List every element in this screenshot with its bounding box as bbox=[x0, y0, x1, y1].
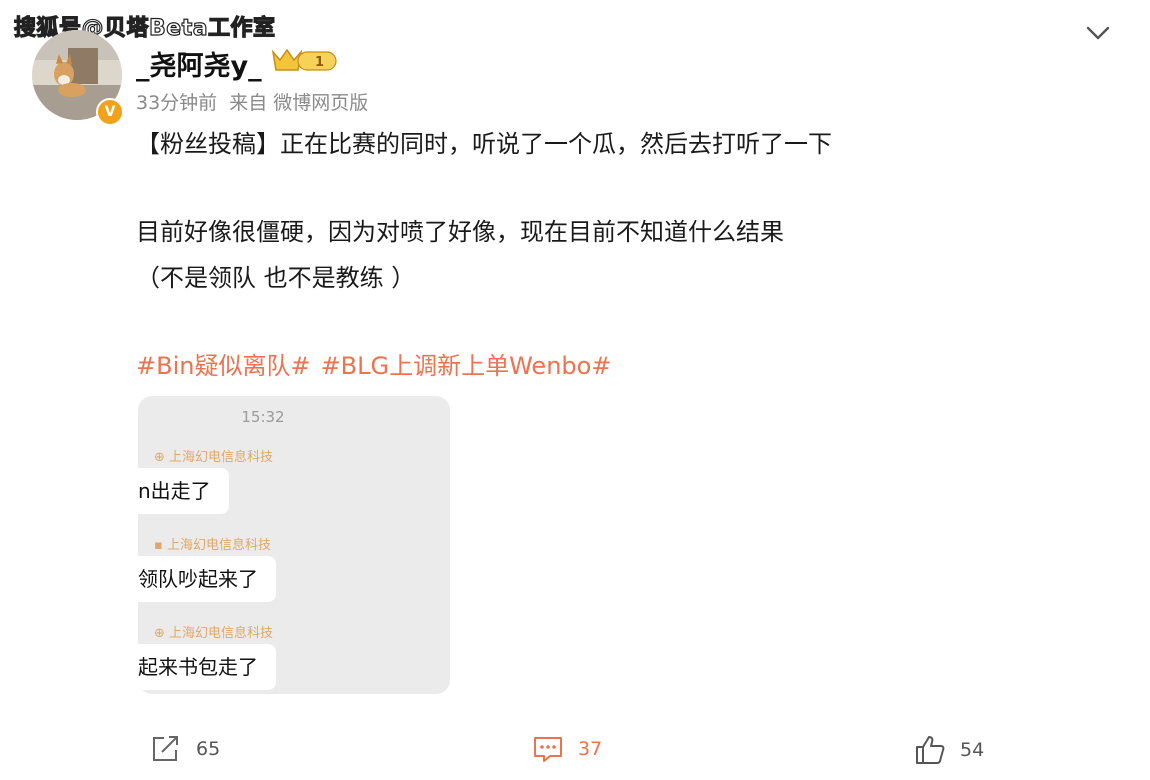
chat-message: 起来书包走了 bbox=[138, 644, 276, 690]
chat-sender: ⊕ 上海幻电信息科技 bbox=[154, 450, 274, 465]
post-meta: 33分钟前 来自 微博网页版 bbox=[136, 88, 380, 115]
like-count: 54 bbox=[960, 739, 985, 761]
source-prefix: 来自 bbox=[229, 92, 268, 114]
chat-sender: ▪ 上海幻电信息科技 bbox=[154, 538, 271, 553]
hashtag-row: #Bin疑似离队# #BLG上调新上单Wenbo# bbox=[136, 346, 621, 381]
like-button[interactable]: 54 bbox=[914, 734, 984, 766]
verified-badge-icon: V bbox=[96, 98, 124, 126]
username[interactable]: _尧阿尧y_ bbox=[136, 44, 262, 83]
comment-count: 37 bbox=[578, 738, 603, 760]
post-text-line3: （不是领队 也不是教练 ） bbox=[136, 264, 416, 292]
crown-level-icon[interactable]: 1 bbox=[270, 44, 340, 76]
chat-sender: ⊕ 上海幻电信息科技 bbox=[154, 626, 274, 641]
post-text-line2: 目前好像很僵硬，因为对喷了好像，现在目前不知道什么结果 bbox=[136, 218, 784, 246]
hashtag-blg[interactable]: #BLG上调新上单Wenbo# bbox=[321, 352, 612, 380]
chat-time: 15:32 bbox=[241, 408, 285, 426]
chat-screenshot-image[interactable]: 15:32 ⊕ 上海幻电信息科技 n出走了 ▪ 上海幻电信息科技 领队吵起来了 … bbox=[138, 396, 450, 694]
repost-button[interactable]: 65 bbox=[150, 734, 220, 764]
comment-button[interactable]: 37 bbox=[532, 734, 602, 764]
share-icon bbox=[153, 736, 178, 761]
post-text-line1: 【粉丝投稿】正在比赛的同时，听说了一个瓜，然后去打听了一下 bbox=[136, 130, 832, 158]
repost-count: 65 bbox=[196, 738, 221, 760]
comment-icon bbox=[534, 737, 562, 762]
badge-level: 1 bbox=[315, 55, 324, 70]
thumbs-up-icon bbox=[916, 736, 945, 764]
chat-message: n出走了 bbox=[138, 468, 229, 514]
post-time[interactable]: 33分钟前 bbox=[136, 92, 217, 114]
chat-message: 领队吵起来了 bbox=[138, 556, 276, 602]
chevron-down-icon[interactable] bbox=[1084, 22, 1112, 44]
post-source[interactable]: 微博网页版 bbox=[273, 92, 368, 114]
hashtag-bin[interactable]: #Bin疑似离队# bbox=[136, 352, 311, 380]
